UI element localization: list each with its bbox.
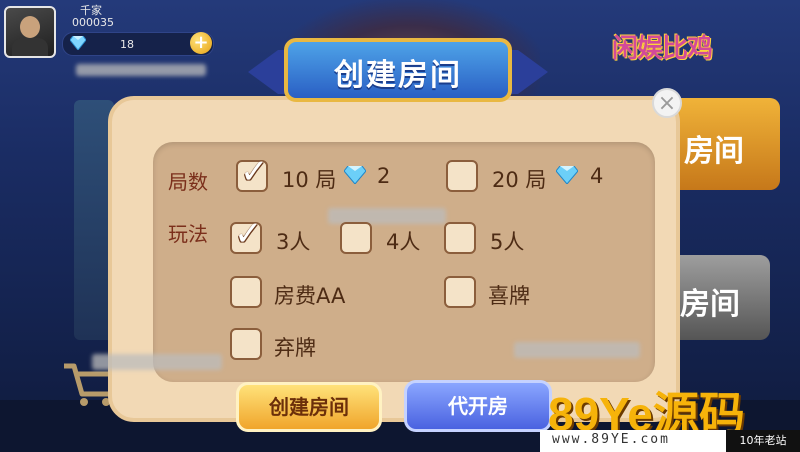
avatar-body <box>12 38 48 56</box>
diamond-icon <box>344 166 366 184</box>
players-4-checkbox[interactable] <box>340 222 372 254</box>
rounds-20-cost: 4 <box>590 164 604 188</box>
create-room-button[interactable]: 创建房间 <box>236 382 382 432</box>
diamond-icon <box>70 36 86 50</box>
join-room-card[interactable]: 房间 <box>670 98 780 190</box>
lucky-card-checkbox[interactable] <box>444 276 476 308</box>
players-3-checkbox[interactable]: ✓ <box>230 214 263 254</box>
avatar[interactable] <box>4 6 56 58</box>
add-gems-button[interactable]: + <box>190 32 212 54</box>
room-fee-aa-label: 房费AA <box>274 284 346 308</box>
players-5-checkbox[interactable] <box>444 222 476 254</box>
rounds-10-cost: 2 <box>377 164 391 188</box>
room-card[interactable]: 房间 <box>670 255 770 340</box>
rounds-10-checkbox[interactable]: ✓ <box>236 152 269 192</box>
game-logo: 闲娱比鸡 <box>612 34 713 64</box>
dialog-title: 创建房间 <box>334 58 462 93</box>
rounds-label: 局数 <box>168 170 208 194</box>
dialog-title-banner: 创建房间 <box>248 38 548 108</box>
fold-checkbox[interactable] <box>230 328 262 360</box>
blurred-text <box>92 354 222 370</box>
players-3-label: 3人 <box>276 230 311 254</box>
room-fee-aa-checkbox[interactable] <box>230 276 262 308</box>
rounds-20-checkbox[interactable] <box>446 160 478 192</box>
user-id: 000035 <box>72 16 114 29</box>
check-icon: ✓ <box>240 152 269 192</box>
avatar-head <box>20 16 40 38</box>
close-button[interactable]: × <box>652 88 682 118</box>
room-card-label: 房间 <box>680 287 740 322</box>
rounds-10-label: 10 局 <box>282 168 337 192</box>
fold-label: 弃牌 <box>274 336 316 360</box>
players-4-label: 4人 <box>386 230 421 254</box>
blurred-text <box>514 342 640 358</box>
join-room-card-label: 房间 <box>684 134 744 169</box>
proxy-open-room-button[interactable]: 代开房 <box>404 380 552 432</box>
play-mode-label: 玩法 <box>168 222 208 246</box>
watermark-url: www.89YE.com <box>552 432 670 447</box>
rounds-20-label: 20 局 <box>492 168 547 192</box>
diamond-icon <box>556 166 578 184</box>
players-5-label: 5人 <box>490 230 525 254</box>
lucky-card-label: 喜牌 <box>488 284 530 308</box>
check-icon: ✓ <box>234 214 263 254</box>
gem-count: 18 <box>120 38 134 51</box>
watermark-tag: 10年老站 <box>726 430 800 452</box>
blurred-text <box>76 64 206 76</box>
